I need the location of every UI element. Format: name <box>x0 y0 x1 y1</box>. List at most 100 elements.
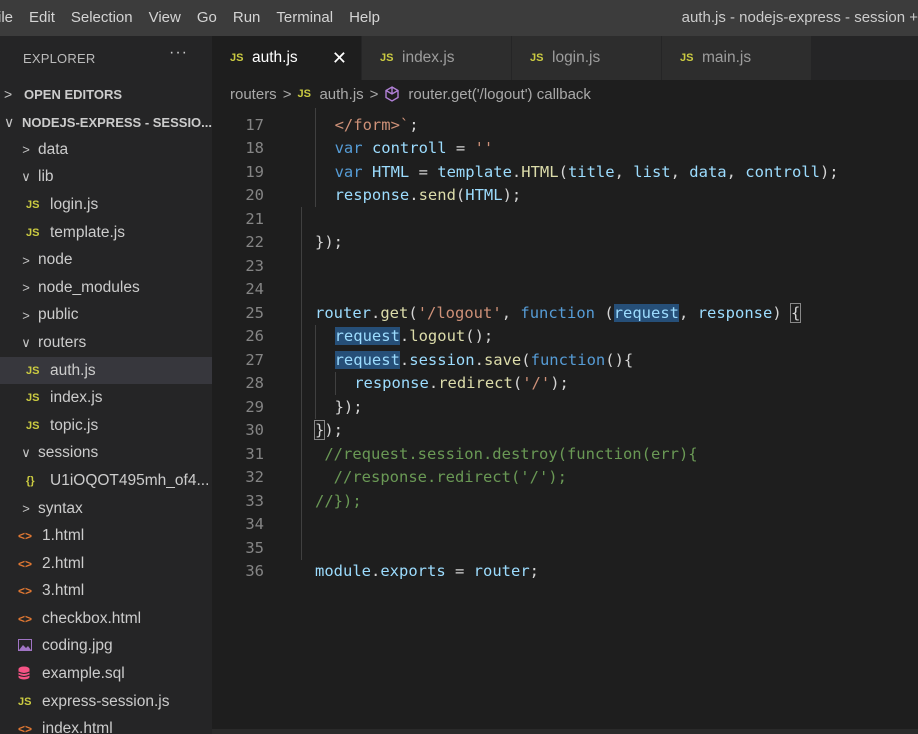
menu-edit[interactable]: Edit <box>21 0 63 36</box>
tree-item-node-modules[interactable]: > node_modules <box>0 274 212 302</box>
tree-item-lib[interactable]: ∨ lib <box>0 164 212 192</box>
breadcrumb-folder[interactable]: routers <box>212 86 277 103</box>
code-token: ); <box>324 421 344 440</box>
close-icon[interactable]: ✕ <box>332 48 347 69</box>
tree-item-label: routers <box>38 333 87 351</box>
code-line[interactable]: 33 //}); <box>212 489 918 513</box>
indent-guide <box>334 371 336 395</box>
code-line[interactable]: 20 response.send(HTML); <box>212 184 918 208</box>
code-token: ); <box>502 186 522 205</box>
code-line[interactable]: 23 <box>212 254 918 278</box>
code-token: = <box>446 139 475 158</box>
code-token: response <box>697 303 773 322</box>
horizontal-scrollbar[interactable] <box>212 729 918 734</box>
tab-main-js[interactable]: JS main.js <box>662 36 812 80</box>
tree-item-public[interactable]: > public <box>0 302 212 330</box>
code-token: save <box>483 350 522 369</box>
tab-login-js[interactable]: JS login.js <box>512 36 662 80</box>
code-token: ; <box>409 115 419 134</box>
code-line[interactable]: 30}); <box>212 419 918 443</box>
code-token: . <box>371 562 381 581</box>
tree-item-u1ioqot495mh-of4-[interactable]: {} U1iOQOT495mh_of4... <box>0 467 212 495</box>
breadcrumb-symbol[interactable]: router.get('/logout') callback <box>408 86 591 103</box>
breadcrumb: routers > JS auth.js > router.get('/logo… <box>212 80 918 108</box>
code-line[interactable]: 28 response.redirect('/'); <box>212 372 918 396</box>
tree-item-label: data <box>38 140 69 158</box>
code-line[interactable]: 21 <box>212 207 918 231</box>
code-line[interactable]: 19 var HTML = template.HTML(title, list, … <box>212 160 918 184</box>
line-number: 24 <box>245 280 264 299</box>
code-line[interactable]: 31 //request.session.destroy(function(er… <box>212 442 918 466</box>
code-token: }); <box>334 397 363 416</box>
menu-bar: ileEditSelectionViewGoRunTerminalHelp au… <box>0 0 918 36</box>
code-line[interactable]: 35 <box>212 536 918 560</box>
code-token: . <box>428 374 439 393</box>
menu-go[interactable]: Go <box>189 0 225 36</box>
breadcrumb-file[interactable]: auth.js <box>319 86 363 103</box>
open-editors-section[interactable]: > OPEN EDITORS <box>0 80 212 108</box>
menu-help[interactable]: Help <box>341 0 388 36</box>
project-section[interactable]: ∨ NODEJS-EXPRESS - SESSIO... <box>0 108 212 136</box>
code-line[interactable]: 32 //response.redirect('/'); <box>212 466 918 490</box>
file-tree: > data ∨ lib JS login.js JS template.js > node > no… <box>0 136 212 734</box>
chevron-right-icon: > <box>4 86 13 102</box>
tab-index-js[interactable]: JS index.js <box>362 36 512 80</box>
tree-item-1-html[interactable]: <> 1.html <box>0 522 212 550</box>
line-number: 22 <box>245 233 264 252</box>
tree-item-data[interactable]: > data <box>0 136 212 164</box>
tree-item-login-js[interactable]: JS login.js <box>0 191 212 219</box>
line-number: 28 <box>245 374 264 393</box>
code-line[interactable]: 26 request.logout(); <box>212 325 918 349</box>
line-number: 21 <box>245 209 264 228</box>
code-line[interactable]: 27 request.session.save(function(){ <box>212 348 918 372</box>
tree-item-sessions[interactable]: ∨ sessions <box>0 440 212 468</box>
code-token: (); <box>465 327 494 346</box>
menu-ile[interactable]: ile <box>0 0 21 36</box>
code-line[interactable]: 36 module.exports = router; <box>212 560 918 584</box>
menu-run[interactable]: Run <box>225 0 269 36</box>
explorer-sidebar: EXPLORER ··· > OPEN EDITORS ∨ NODEJS-EXP… <box>0 36 212 734</box>
tree-item-topic-js[interactable]: JS topic.js <box>0 412 212 440</box>
tree-item-routers[interactable]: ∨ routers <box>0 329 212 357</box>
code-line[interactable]: 17 </form>`; <box>212 113 918 137</box>
tree-item-auth-js[interactable]: JS auth.js <box>0 356 212 385</box>
code-token: }); <box>315 233 343 252</box>
tree-item-3-html[interactable]: <> 3.html <box>0 578 212 606</box>
menu-selection[interactable]: Selection <box>63 0 141 36</box>
tree-item-node[interactable]: > node <box>0 246 212 274</box>
code-editor[interactable]: 17 </form>`; 18 var controll = '' 19 var HTML… <box>212 108 918 734</box>
tab-auth-js[interactable]: JS auth.js ✕ <box>212 36 362 80</box>
code-line[interactable]: 29}); <box>212 395 918 419</box>
code-line[interactable]: 24 <box>212 278 918 302</box>
tree-item-express-session-js[interactable]: JS express-session.js <box>0 688 212 716</box>
tree-item-label: topic.js <box>50 416 99 434</box>
more-actions-icon[interactable]: ··· <box>169 44 188 62</box>
menu-terminal[interactable]: Terminal <box>268 0 341 36</box>
code-line[interactable]: 22}); <box>212 231 918 255</box>
code-line[interactable]: 25 router.get('/logout', function (reques… <box>212 301 918 325</box>
menu-view[interactable]: View <box>141 0 189 36</box>
tree-item-example-sql[interactable]: example.sql <box>0 660 212 688</box>
line-number: 23 <box>245 256 264 275</box>
js-file-icon: JS <box>26 226 40 239</box>
tree-item-2-html[interactable]: <> 2.html <box>0 550 212 578</box>
tree-item-checkbox-html[interactable]: <> checkbox.html <box>0 605 212 633</box>
code-line[interactable]: 34 <box>212 513 918 537</box>
code-token: logout <box>409 327 466 346</box>
code-text: response.redirect('/'); <box>354 374 569 392</box>
js-file-icon: JS <box>680 52 694 64</box>
code-line[interactable]: 18 var controll = '' <box>212 137 918 161</box>
tree-item-index-html[interactable]: <> index.html <box>0 715 212 734</box>
code-text: }); <box>313 420 344 441</box>
code-token: ( <box>408 303 418 322</box>
line-number: 19 <box>245 162 264 181</box>
tree-item-template-js[interactable]: JS template.js <box>0 219 212 247</box>
code-token: template <box>437 162 512 181</box>
chevron-down-icon: ∨ <box>21 169 31 185</box>
tree-item-label: coding.jpg <box>42 637 113 655</box>
tree-item-syntax[interactable]: > syntax <box>0 495 212 523</box>
line-number: 26 <box>245 327 264 346</box>
tree-item-coding-jpg[interactable]: coding.jpg <box>0 633 212 661</box>
tree-item-index-js[interactable]: JS index.js <box>0 384 212 412</box>
chevron-right-icon: > <box>22 307 30 323</box>
